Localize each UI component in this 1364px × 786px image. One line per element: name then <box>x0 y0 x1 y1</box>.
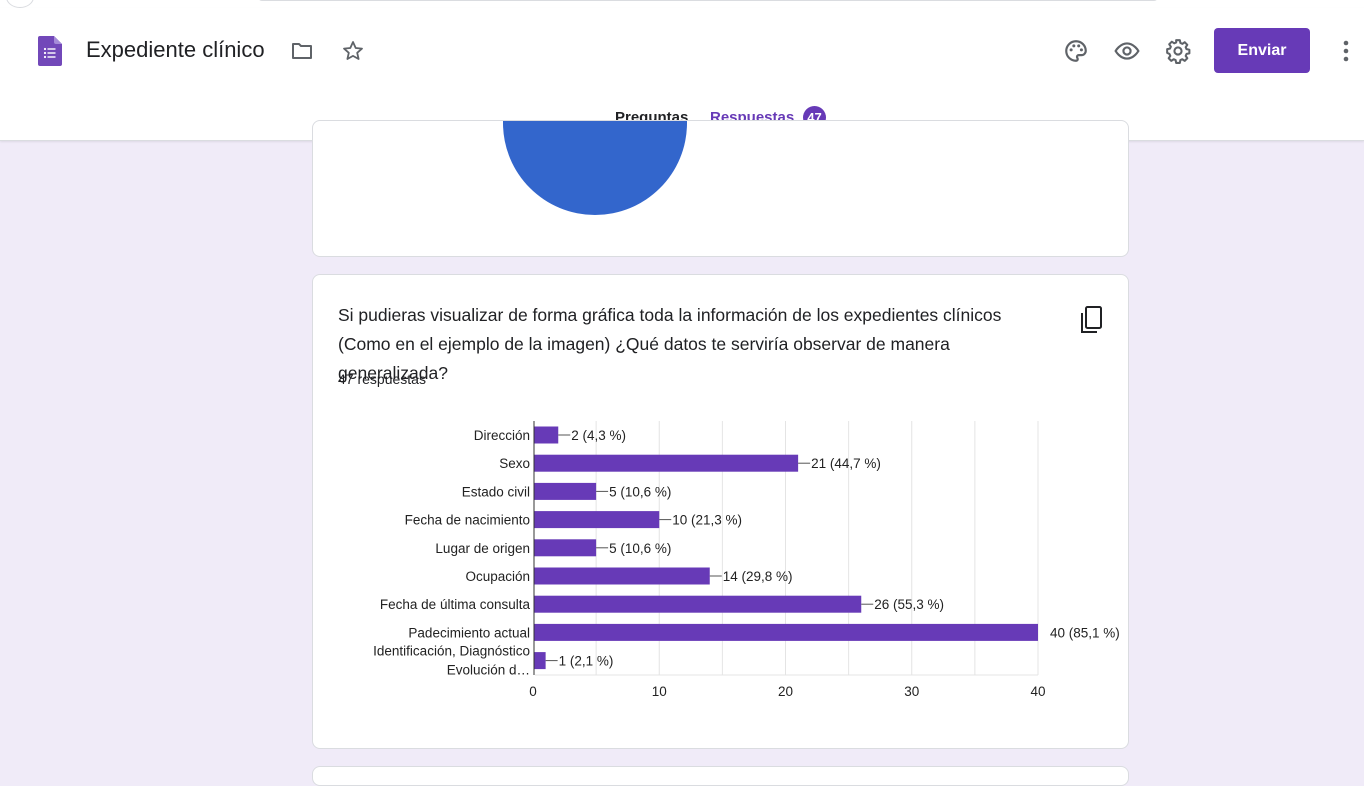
bar <box>534 595 862 613</box>
bar <box>534 539 597 557</box>
category-label: Ocupación <box>465 569 530 584</box>
category-label: Dirección <box>474 428 530 443</box>
bar <box>534 623 1038 641</box>
address-bar[interactable] <box>258 0 1158 1</box>
data-label: 5 (10,6 %) <box>609 541 671 556</box>
data-label: 21 (44,7 %) <box>811 456 881 471</box>
x-tick-label: 0 <box>529 684 537 699</box>
bar <box>534 567 710 585</box>
category-label: Sexo <box>499 456 530 471</box>
category-label: Fecha de última consulta <box>380 597 531 612</box>
more-vert-icon[interactable] <box>1332 37 1360 65</box>
data-label: 26 (55,3 %) <box>874 597 944 612</box>
x-tick-label: 30 <box>904 684 919 699</box>
folder-icon[interactable] <box>288 37 316 65</box>
data-label: 14 (29,8 %) <box>723 569 793 584</box>
x-tick-label: 20 <box>778 684 793 699</box>
browser-button[interactable] <box>6 0 34 8</box>
star-icon[interactable] <box>339 37 367 65</box>
data-label: 10 (21,3 %) <box>672 513 742 528</box>
data-label: 1 (2,1 %) <box>559 654 614 669</box>
bar <box>534 652 546 670</box>
gear-icon[interactable] <box>1164 37 1192 65</box>
category-label: Evolución d… <box>447 663 530 678</box>
next-question-card <box>312 766 1129 786</box>
category-label: Identificación, Diagnóstico <box>373 644 530 659</box>
forms-logo-icon[interactable] <box>38 36 62 66</box>
bar <box>534 482 597 500</box>
bar <box>534 454 799 472</box>
category-label: Estado civil <box>462 484 530 499</box>
data-label: 5 (10,6 %) <box>609 484 671 499</box>
document-title[interactable]: Expediente clínico <box>86 37 265 63</box>
bar <box>534 426 559 444</box>
pie-chart-slice <box>503 121 687 215</box>
data-label: 2 (4,3 %) <box>571 428 626 443</box>
previous-question-card <box>312 120 1129 257</box>
eye-icon[interactable] <box>1113 37 1141 65</box>
category-label: Padecimiento actual <box>408 625 530 640</box>
bar <box>534 511 660 529</box>
data-label: 40 (85,1 %) <box>1050 625 1120 640</box>
bar-chart: 0 10 20 30 40 Dirección 2 (4,3 %) Sexo 21 (44,7 … <box>373 421 1120 699</box>
category-label: Lugar de origen <box>435 541 530 556</box>
x-tick-label: 40 <box>1030 684 1045 699</box>
x-tick-label: 10 <box>652 684 667 699</box>
category-label: Fecha de nacimiento <box>405 513 530 528</box>
send-button[interactable]: Enviar <box>1214 28 1310 73</box>
question-card: Si pudieras visualizar de forma gráfica … <box>312 274 1129 749</box>
browser-chrome <box>0 0 1364 8</box>
palette-icon[interactable] <box>1062 37 1090 65</box>
